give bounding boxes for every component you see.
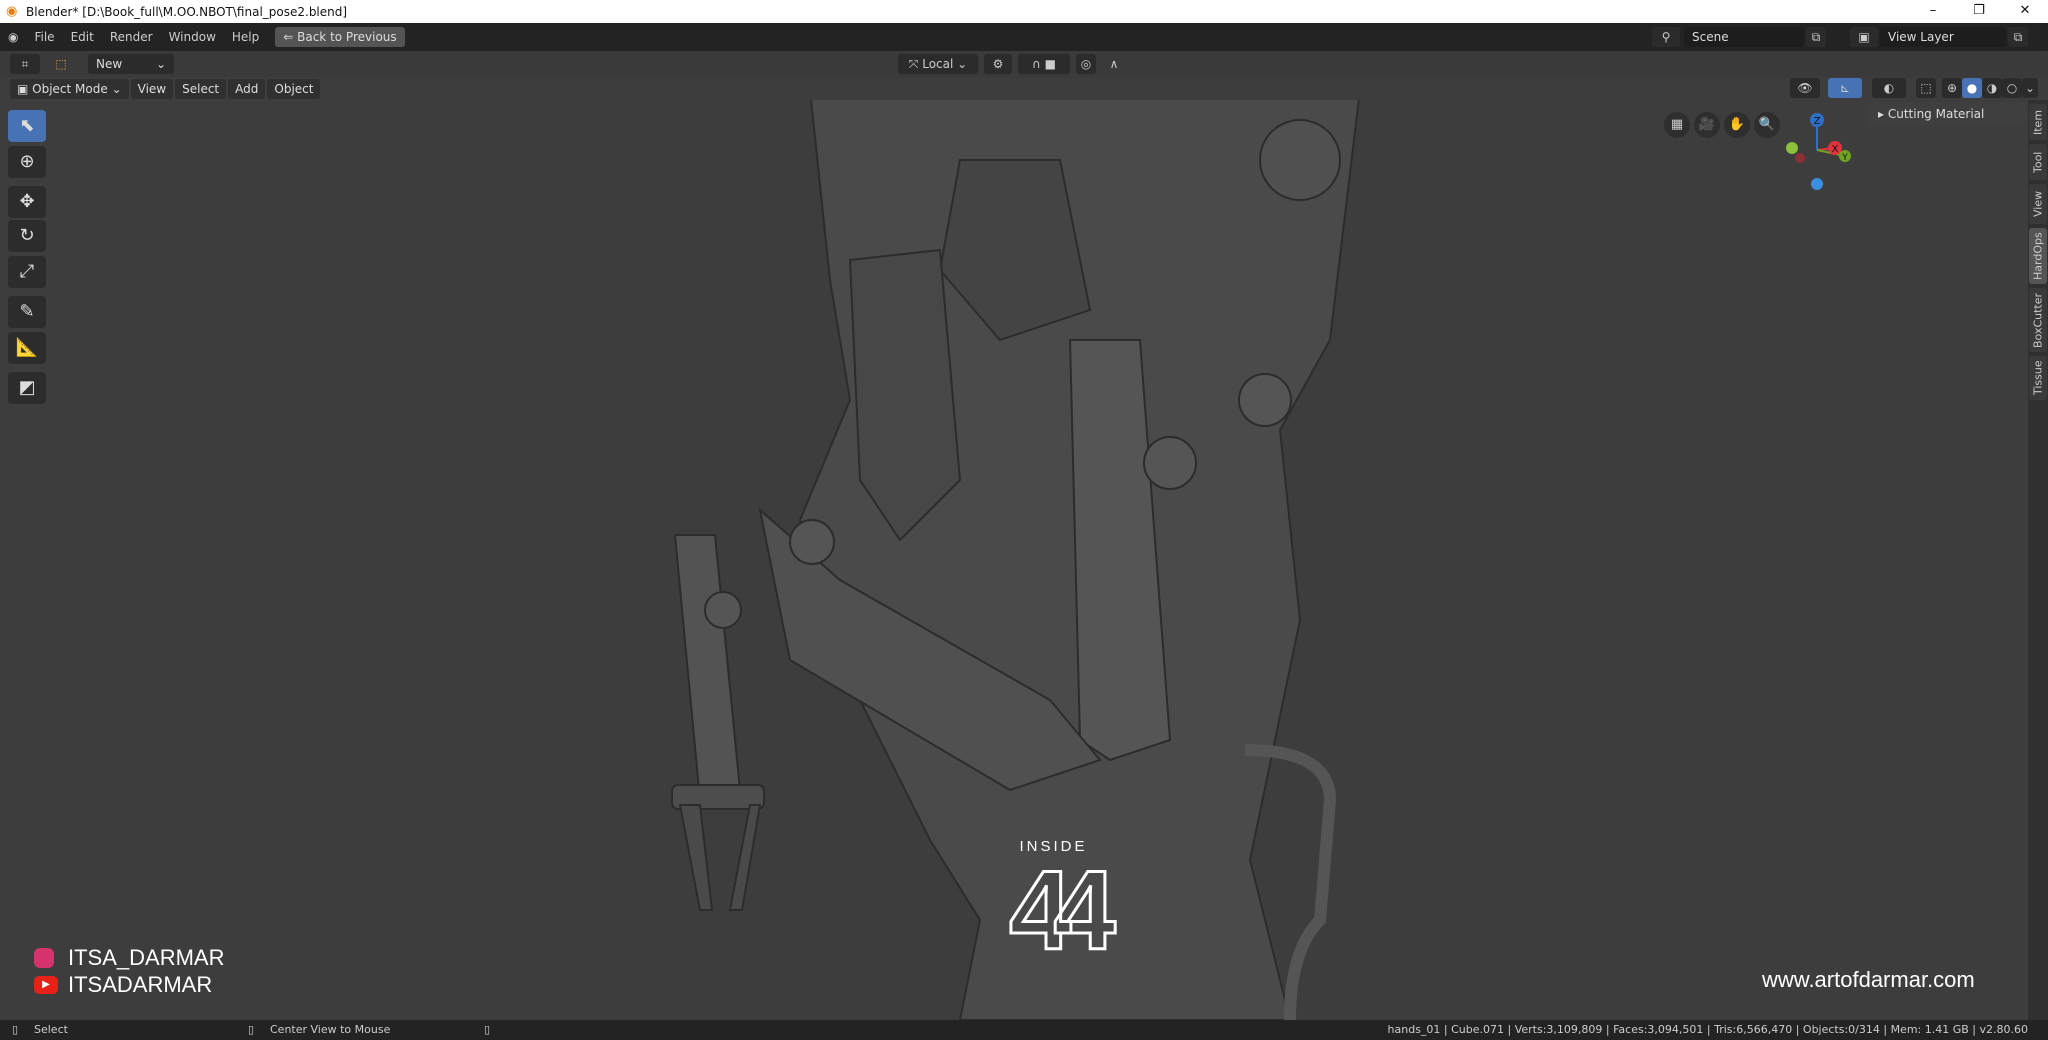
menu-window[interactable]: Window	[161, 30, 224, 44]
mouse-left-icon: ▯	[12, 1023, 19, 1036]
gizmo-toggle-icon[interactable]: ⊾	[1828, 78, 1862, 98]
measure-tool-icon[interactable]: 📐	[8, 332, 46, 364]
blender-menu-icon[interactable]: ◉	[0, 30, 26, 44]
gizmo-z-label: Z	[1814, 116, 1821, 127]
solid-shading-icon[interactable]: ●	[1962, 78, 1982, 98]
visibility-icon[interactable]: 👁	[1790, 78, 1820, 98]
falloff-icon[interactable]: ∧	[1100, 54, 1128, 74]
brush-dropdown[interactable]: New ⌄	[88, 54, 174, 74]
mode-dropdown[interactable]: ▣ Object Mode ⌄	[10, 79, 129, 99]
brush-name: New	[96, 57, 123, 71]
toggle-grid-icon[interactable]: ▦	[1664, 112, 1690, 138]
mouse-right-icon: ▯	[484, 1023, 491, 1036]
status-select: Select	[34, 1023, 68, 1036]
viewport-header: ▣ Object Mode ⌄ View Select Add Object	[0, 77, 600, 101]
pivot-icon[interactable]: ⚙	[984, 54, 1012, 74]
instagram-handle: ITSA_DARMAR	[34, 945, 224, 971]
mode-label: Object Mode	[32, 82, 108, 96]
youtube-handle: ▶ ITSADARMAR	[34, 972, 212, 998]
status-bar: ▯ Select ▯ Center View to Mouse ▯ hands_…	[0, 1020, 2048, 1040]
panel-title: Cutting Material	[1887, 107, 1985, 121]
scene-statistics: hands_01 | Cube.071 | Verts:3,109,809 | …	[1387, 1023, 2028, 1036]
snap-icon[interactable]: ∩ ■	[1018, 54, 1070, 74]
inside-44-logo: INSIDE 44	[966, 838, 1141, 973]
new-view-layer-icon[interactable]: ⧉	[2008, 27, 2028, 47]
youtube-icon: ▶	[34, 976, 58, 994]
cursor-tool-icon[interactable]: ⊕	[8, 146, 46, 178]
tool-header: ⌗ ⬚ New ⌄ ⤧ Local ⌄ ⚙ ∩ ■ ◎ ∧	[0, 51, 2048, 77]
proportional-edit-icon[interactable]: ◎	[1076, 54, 1096, 74]
orientation-label: Local	[922, 57, 954, 71]
gizmo-y-label: Y	[1841, 153, 1848, 163]
editor-type-icon[interactable]: ⌗	[10, 54, 40, 74]
menu-view[interactable]: View	[130, 79, 174, 99]
window-title: Blender* [D:\Book_full\M.OO.NBOT\final_p…	[26, 4, 348, 19]
menu-add[interactable]: Add	[228, 79, 266, 99]
orientation-dropdown[interactable]: ⤧ Local ⌄	[898, 54, 978, 74]
instagram-icon	[34, 948, 54, 968]
menu-help[interactable]: Help	[224, 30, 267, 44]
close-button[interactable]: ✕	[2002, 0, 2048, 22]
menu-file[interactable]: File	[26, 30, 62, 44]
tab-boxcutter[interactable]: BoxCutter	[2029, 288, 2047, 352]
new-scene-icon[interactable]: ⧉	[1806, 27, 1826, 47]
rendered-shading-icon[interactable]: ○	[2002, 78, 2022, 98]
menu-select[interactable]: Select	[175, 79, 227, 99]
gizmo-x-label: X	[1832, 144, 1839, 155]
annotate-tool-icon[interactable]: ✎	[8, 296, 46, 328]
sidebar-tabs: Item Tool View HardOps BoxCutter Tissue	[2028, 100, 2048, 1020]
status-center-view: Center View to Mouse	[270, 1023, 391, 1036]
top-menu-bar: ◉ File Edit Render Window Help ⇐ Back to…	[0, 23, 2048, 51]
tab-hardops[interactable]: HardOps	[2029, 228, 2047, 284]
menu-object[interactable]: Object	[267, 79, 321, 99]
wireframe-shading-icon[interactable]: ⊕	[1942, 78, 1962, 98]
xray-icon[interactable]: ⬚	[1916, 78, 1936, 98]
instagram-text: ITSA_DARMAR	[68, 945, 225, 970]
menu-render[interactable]: Render	[102, 30, 161, 44]
back-to-previous-button[interactable]: ⇐ Back to Previous	[275, 27, 405, 47]
restore-button[interactable]: ❐	[1956, 0, 2002, 22]
select-box-tool-icon[interactable]: ⬉	[8, 110, 46, 142]
camera-view-icon[interactable]: 🎥	[1694, 112, 1720, 138]
tab-tool[interactable]: Tool	[2029, 144, 2047, 180]
blender-logo-icon: ◉	[6, 3, 18, 19]
website-watermark: www.artofdarmar.com	[1762, 967, 1975, 992]
pan-view-icon[interactable]: ✋	[1724, 112, 1750, 138]
scene-icon[interactable]: ⚲	[1652, 27, 1680, 47]
select-tool-icon[interactable]: ⬚	[48, 54, 74, 74]
mouse-middle-icon: ▯	[248, 1023, 255, 1036]
move-tool-icon[interactable]: ✥	[8, 186, 46, 218]
navigation-gizmo[interactable]: Z X Y	[1775, 108, 1855, 192]
back-label: Back to Previous	[297, 30, 397, 44]
material-shading-icon[interactable]: ◑	[1982, 78, 2002, 98]
view-layer-field[interactable]: View Layer	[1880, 27, 2006, 47]
add-cube-tool-icon[interactable]: ◩	[8, 372, 46, 404]
menu-edit[interactable]: Edit	[63, 30, 102, 44]
overlays-icon[interactable]: ◐	[1872, 78, 1906, 98]
logo-number: 44	[1008, 848, 1118, 973]
title-bar: ◉ Blender* [D:\Book_full\M.OO.NBOT\final…	[0, 0, 2048, 23]
cutting-material-panel[interactable]: ▸ Cutting Material	[1868, 102, 2026, 126]
scene-field[interactable]: Scene	[1684, 27, 1804, 47]
rotate-tool-icon[interactable]: ↻	[8, 220, 46, 252]
tab-view[interactable]: View	[2029, 184, 2047, 224]
view-layer-icon[interactable]: ▣	[1850, 27, 1878, 47]
youtube-text: ITSADARMAR	[68, 972, 213, 997]
shading-options-icon[interactable]: ⌄	[2022, 78, 2038, 98]
tab-tissue[interactable]: Tissue	[2029, 356, 2047, 400]
scale-tool-icon[interactable]: ⤢	[8, 256, 46, 288]
minimize-button[interactable]: –	[1910, 0, 1956, 22]
tab-item[interactable]: Item	[2029, 104, 2047, 140]
